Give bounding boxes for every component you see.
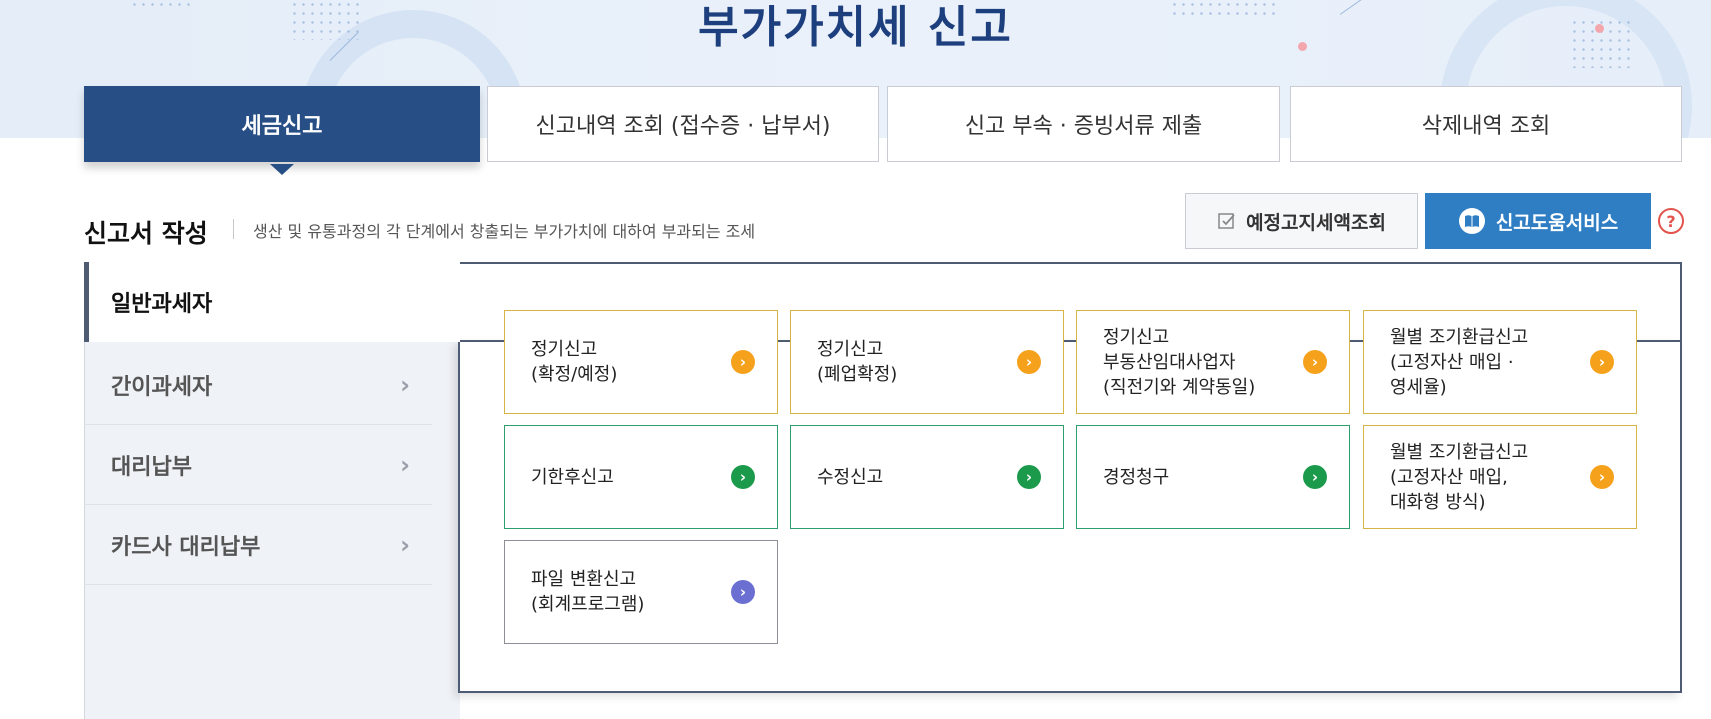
card-monthly-refund-zero-rate[interactable]: 월별 조기환급신고 (고정자산 매입 · 영세율) ›: [1363, 310, 1637, 414]
card-label: 정기신고 (확정/예정): [531, 339, 618, 385]
sidebar-item-card-proxy-payment[interactable]: 카드사 대리납부 ›: [84, 505, 432, 585]
card-real-estate-filing[interactable]: 정기신고 부동산임대사업자 (직전기와 계약동일) ›: [1076, 310, 1350, 414]
section-description: 생산 및 유통과정의 각 단계에서 창출되는 부가가치에 대하여 부과되는 조세: [253, 222, 756, 241]
tab-tax-filing[interactable]: 세금신고: [84, 86, 480, 162]
chevron-right-icon: ›: [400, 530, 410, 559]
checkbox-icon: [1218, 213, 1235, 229]
arrow-right-icon: ›: [1303, 465, 1327, 489]
card-closure-filing[interactable]: 정기신고 (폐업확정) ›: [790, 310, 1064, 414]
page-title: 부가가치세 신고: [698, 2, 1013, 53]
estimate-tax-button[interactable]: 예정고지세액조회: [1185, 193, 1418, 249]
estimate-tax-label: 예정고지세액조회: [1246, 211, 1386, 234]
card-label: 정기신고 (폐업확정): [817, 339, 898, 385]
tab-bar: 세금신고 신고내역 조회 (접수증 · 납부서) 신고 부속 · 증빙서류 제출…: [84, 86, 1684, 164]
card-file-conversion-filing[interactable]: 파일 변환신고 (회계프로그램) ›: [504, 540, 778, 644]
card-monthly-refund-interactive[interactable]: 월별 조기환급신고 (고정자산 매입, 대화형 방식) ›: [1363, 425, 1637, 529]
tab-attachment-submit[interactable]: 신고 부속 · 증빙서류 제출: [887, 86, 1280, 162]
chevron-right-icon: ›: [400, 370, 410, 399]
arrow-right-icon: ›: [1017, 350, 1041, 374]
card-label: 정기신고 부동산임대사업자 (직전기와 계약동일): [1103, 326, 1256, 398]
card-correction-claim[interactable]: 경정청구 ›: [1076, 425, 1350, 529]
help-question-icon[interactable]: ?: [1658, 208, 1684, 234]
card-label: 기한후신고: [531, 466, 614, 488]
arrow-right-icon: ›: [1590, 350, 1614, 374]
book-icon: [1458, 208, 1485, 234]
card-late-filing[interactable]: 기한후신고 ›: [504, 425, 778, 529]
tab-filing-history[interactable]: 신고내역 조회 (접수증 · 납부서): [487, 86, 879, 162]
arrow-right-icon: ›: [1590, 465, 1614, 489]
divider: [84, 693, 85, 719]
sidebar-item-simple-taxpayer[interactable]: 간이과세자 ›: [84, 345, 432, 425]
card-label: 월별 조기환급신고 (고정자산 매입 · 영세율): [1390, 326, 1529, 398]
sidebar-item-label: 간이과세자: [111, 374, 213, 400]
card-label: 경정청구: [1103, 466, 1170, 488]
card-label: 수정신고: [817, 466, 884, 488]
sidebar-item-general-taxpayer[interactable]: 일반과세자: [84, 262, 460, 342]
arrow-right-icon: ›: [1303, 350, 1327, 374]
card-amended-filing[interactable]: 수정신고 ›: [790, 425, 1064, 529]
arrow-right-icon: ›: [731, 465, 755, 489]
chevron-right-icon: ›: [400, 450, 410, 479]
section-title: 신고서 작성: [84, 219, 208, 248]
active-tab-pointer: [270, 164, 294, 175]
sidebar-item-proxy-payment[interactable]: 대리납부 ›: [84, 425, 432, 505]
arrow-right-icon: ›: [731, 350, 755, 374]
filing-help-label: 신고도움서비스: [1495, 211, 1619, 234]
card-regular-filing[interactable]: 정기신고 (확정/예정) ›: [504, 310, 778, 414]
filing-help-button[interactable]: 신고도움서비스: [1425, 193, 1651, 249]
arrow-right-icon: ›: [731, 580, 755, 604]
card-label: 월별 조기환급신고 (고정자산 매입, 대화형 방식): [1390, 441, 1529, 513]
arrow-right-icon: ›: [1017, 465, 1041, 489]
sidebar-item-label: 대리납부: [111, 454, 192, 480]
divider: [233, 219, 234, 239]
sidebar-item-label: 카드사 대리납부: [111, 534, 261, 560]
tab-deleted-history[interactable]: 삭제내역 조회: [1290, 86, 1682, 162]
card-label: 파일 변환신고 (회계프로그램): [531, 569, 645, 615]
